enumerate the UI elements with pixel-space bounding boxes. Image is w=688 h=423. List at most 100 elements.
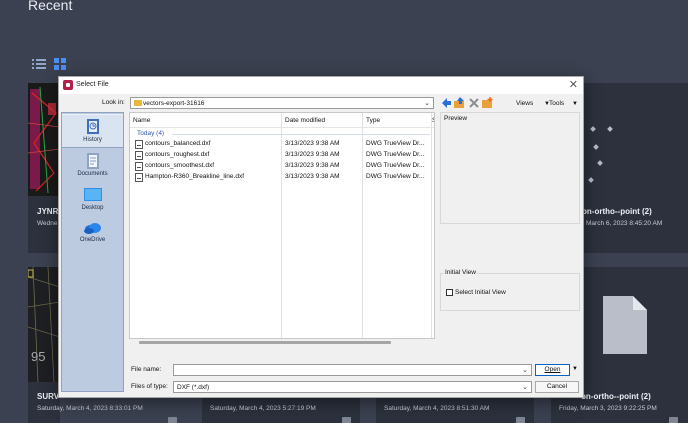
- recent-tile[interactable]: 95 SURV Saturday, March 4, 2023 8:33:01 …: [28, 267, 177, 423]
- delete-icon[interactable]: [469, 97, 479, 109]
- grid-view-icon[interactable]: [53, 58, 67, 70]
- file-name-label: File name:: [131, 366, 162, 373]
- open-button-label: Open: [544, 366, 561, 373]
- recent-tile[interactable]: Saturday, March 4, 2023 8:51:30 AM: [376, 396, 534, 423]
- files-of-type-value: DXF (*.dxf): [177, 384, 210, 391]
- recent-tile[interactable]: on-ortho--point (2) March 6, 2023 8:45:2…: [582, 83, 688, 253]
- file-name: contours_smoothest.dxf: [145, 162, 215, 169]
- file-date: 3/13/2023 9:38 AM: [285, 173, 340, 180]
- dxf-file-icon: [135, 140, 143, 149]
- document-icon: [603, 296, 647, 354]
- tile-date: Saturday, March 4, 2023 8:51:30 AM: [384, 405, 490, 412]
- documents-icon: [86, 153, 99, 169]
- dxf-file-icon: [135, 173, 143, 182]
- thumb-overlay-text: 95: [31, 349, 46, 364]
- column-header-name[interactable]: Name: [130, 113, 281, 127]
- chevron-down-icon: ⌄: [522, 384, 528, 391]
- file-row[interactable]: contours_smoothest.dxf 3/13/2023 9:38 AM…: [130, 161, 434, 172]
- file-row[interactable]: contours_balanced.dxf 3/13/2023 9:38 AM …: [130, 139, 434, 150]
- files-of-type-dropdown[interactable]: DXF (*.dxf) ⌄: [173, 381, 532, 393]
- places-desktop[interactable]: Desktop: [62, 186, 123, 218]
- file-name: Hampton-R360_Breakline_line.dxf: [145, 173, 245, 180]
- places-label: Desktop: [81, 205, 104, 211]
- select-file-dialog: Select File ✕ Look in: vectors-export-31…: [58, 76, 584, 398]
- chevron-down-icon: ⌄: [424, 100, 430, 107]
- new-folder-icon[interactable]: [482, 97, 493, 109]
- file-type: DWG TrueView Dr...: [366, 173, 425, 180]
- tile-name: JYNR: [37, 207, 59, 216]
- page-title: Recent: [28, 0, 73, 13]
- tile-date: Saturday, March 4, 2023 8:33:01 PM: [37, 405, 143, 412]
- dxf-file-icon: [135, 162, 143, 171]
- column-header-type[interactable]: Type: [363, 113, 433, 127]
- desktop-icon: [83, 188, 102, 201]
- views-label: Views: [516, 100, 534, 107]
- folder-icon: [134, 100, 142, 106]
- file-type: DWG TrueView Dr...: [366, 162, 425, 169]
- views-menu[interactable]: Views ▼: [516, 100, 550, 107]
- file-type: DWG TrueView Dr...: [366, 140, 425, 147]
- recent-tile[interactable]: JYNR Wedne: [28, 83, 60, 253]
- look-in-label: Look in:: [102, 99, 125, 106]
- tile-name: on-ortho--point (2): [582, 207, 652, 216]
- initial-view-label: Initial View: [444, 269, 477, 276]
- file-row[interactable]: Hampton-R360_Breakline_line.dxf 3/13/202…: [130, 172, 434, 183]
- history-icon: [86, 119, 99, 134]
- file-name: contours_roughest.dxf: [145, 151, 210, 158]
- open-button[interactable]: Open: [535, 364, 570, 376]
- tile-menu-icon[interactable]: [342, 417, 351, 423]
- tile-menu-icon[interactable]: [669, 417, 678, 423]
- places-bar: History Documents Desktop OneDrive: [61, 112, 124, 392]
- cancel-button[interactable]: Cancel: [535, 381, 579, 393]
- files-of-type-label: Files of type:: [131, 383, 168, 390]
- file-list[interactable]: Name Date modified Type S Today (4) cont…: [129, 112, 435, 339]
- preview-label: Preview: [444, 115, 468, 122]
- dialog-titlebar[interactable]: Select File ✕: [59, 77, 583, 94]
- dxf-file-icon: [135, 151, 143, 160]
- tools-label: Tools: [549, 100, 565, 107]
- autocad-app-icon: [63, 80, 73, 90]
- close-icon[interactable]: ✕: [569, 78, 578, 92]
- up-folder-icon[interactable]: [454, 97, 465, 109]
- tile-thumbnail: [584, 83, 688, 196]
- file-name-input[interactable]: ⌄: [173, 364, 532, 376]
- places-label: Documents: [77, 171, 108, 177]
- look-in-dropdown[interactable]: vectors-export-31616 ⌄: [130, 97, 434, 109]
- tile-menu-icon[interactable]: [516, 417, 525, 423]
- dialog-title: Select File: [76, 81, 109, 88]
- horizontal-scrollbar[interactable]: [139, 341, 391, 344]
- select-initial-view-label[interactable]: Select Initial View: [455, 289, 506, 296]
- look-in-value: vectors-export-31616: [143, 100, 205, 107]
- open-options-arrow[interactable]: ▼: [572, 366, 578, 372]
- recent-tile[interactable]: Saturday, March 4, 2023 5:27:19 PM: [202, 396, 360, 423]
- file-date: 3/13/2023 9:38 AM: [285, 162, 340, 169]
- column-header-size[interactable]: S: [429, 113, 434, 127]
- tile-date: Friday, March 3, 2023 9:22:25 PM: [559, 405, 657, 412]
- chevron-down-icon: ⌄: [522, 367, 528, 374]
- onedrive-icon: [83, 223, 101, 234]
- tile-date: March 6, 2023 8:45:20 AM: [586, 220, 663, 227]
- tile-thumbnail: [28, 83, 60, 196]
- column-header-date[interactable]: Date modified: [282, 113, 362, 127]
- places-label: History: [83, 137, 102, 143]
- file-row[interactable]: contours_roughest.dxf 3/13/2023 9:38 AM …: [130, 150, 434, 161]
- chevron-down-icon: ▼: [572, 101, 578, 107]
- tile-date: Wedne: [37, 220, 58, 227]
- places-history[interactable]: History: [62, 114, 123, 148]
- tile-menu-icon[interactable]: [168, 417, 177, 423]
- tile-thumbnail: [28, 267, 60, 382]
- list-view-icon[interactable]: [32, 58, 46, 70]
- file-date: 3/13/2023 9:38 AM: [285, 140, 340, 147]
- places-onedrive[interactable]: OneDrive: [62, 220, 123, 252]
- back-icon[interactable]: [441, 97, 451, 109]
- group-header[interactable]: Today (4): [137, 130, 164, 137]
- preview-pane: [440, 112, 580, 224]
- select-initial-view-checkbox[interactable]: [446, 289, 453, 296]
- file-date: 3/13/2023 9:38 AM: [285, 151, 340, 158]
- file-name: contours_balanced.dxf: [145, 140, 211, 147]
- places-documents[interactable]: Documents: [62, 152, 123, 184]
- tools-menu[interactable]: Tools ▼: [549, 100, 578, 107]
- tile-name: on-ortho--point (2): [581, 392, 651, 401]
- places-label: OneDrive: [79, 237, 106, 243]
- tile-name: SURV: [37, 392, 60, 401]
